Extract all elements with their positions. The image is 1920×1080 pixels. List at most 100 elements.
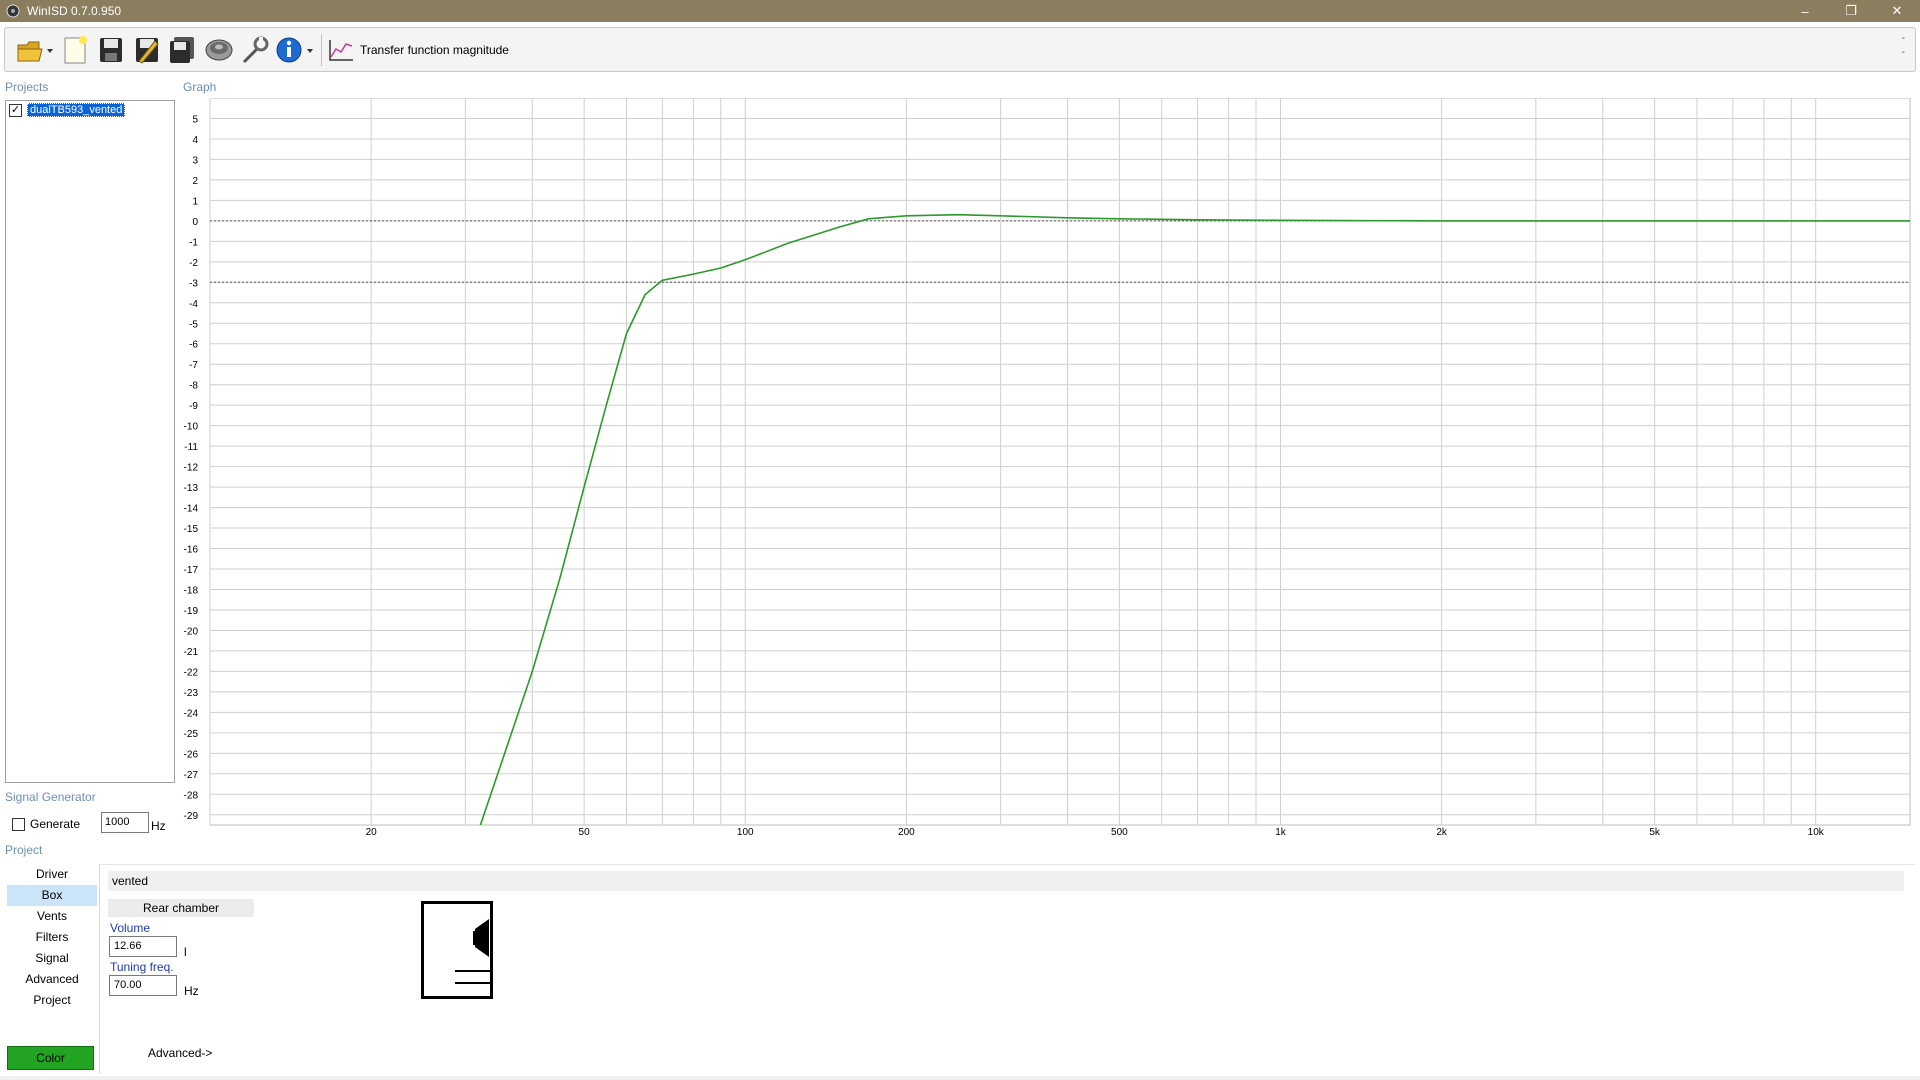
y-tick-label: -24	[184, 708, 199, 719]
y-tick-label: -22	[184, 667, 199, 678]
y-tick-label: -25	[184, 729, 199, 740]
generate-toggle[interactable]: Generate	[12, 817, 80, 831]
tuning-freq-input[interactable]: 70.00	[109, 975, 177, 996]
x-tick-label: 200	[898, 827, 915, 838]
graph-section-label: Graph	[183, 80, 217, 94]
open-folder-icon	[17, 41, 53, 61]
nav-item-signal[interactable]: Signal	[7, 948, 97, 969]
open-button[interactable]	[13, 32, 57, 68]
y-tick-label: -17	[184, 565, 199, 576]
save-as-button[interactable]	[129, 32, 165, 68]
volume-input[interactable]: 12.66	[109, 936, 177, 957]
collapse-top-button[interactable]: -	[1902, 32, 1905, 46]
y-tick-label: 5	[192, 114, 198, 125]
nav-item-filters[interactable]: Filters	[7, 927, 97, 948]
toolbar-separator	[321, 33, 322, 66]
nav-item-driver[interactable]: Driver	[7, 864, 97, 885]
y-tick-label: 1	[192, 196, 198, 207]
project-nav: Driver Box Vents Filters Signal Advanced…	[7, 864, 97, 1011]
new-document-icon	[64, 35, 87, 63]
y-tick-label: -2	[189, 258, 198, 269]
y-tick-label: -4	[189, 299, 198, 310]
checkmark-icon: ✓	[10, 103, 21, 116]
collapse-bottom-button[interactable]: -	[1902, 46, 1905, 60]
x-tick-label: 5k	[1649, 827, 1661, 838]
rear-chamber-tab[interactable]: Rear chamber	[108, 899, 254, 917]
volume-unit: l	[184, 945, 187, 959]
transfer-function-chart[interactable]: 5 4 3 2 1 0 -1 -2 -3 -4 -5 -6 -7 -8 -9 -10 -11 -12 -13 -14 -…	[180, 97, 1920, 840]
y-tick-label: -16	[184, 545, 199, 556]
y-tick-label: -12	[184, 463, 199, 474]
volume-label: Volume	[110, 921, 151, 935]
app-icon	[6, 4, 20, 18]
panel-collapse-buttons[interactable]: - -	[1902, 32, 1905, 60]
nav-item-box[interactable]: Box	[7, 885, 97, 906]
y-tick-label: -6	[189, 340, 198, 351]
save-button[interactable]	[93, 32, 129, 68]
y-tick-label: -9	[189, 401, 198, 412]
toolbar: Transfer function magnitude - -	[4, 27, 1916, 72]
info-icon	[276, 37, 313, 62]
minimize-button[interactable]: –	[1782, 0, 1828, 22]
close-button[interactable]: ✕	[1874, 0, 1920, 22]
save-all-button[interactable]	[165, 32, 201, 68]
nav-item-project[interactable]: Project	[7, 990, 97, 1011]
new-button[interactable]	[57, 32, 93, 68]
status-strip	[0, 1076, 1920, 1080]
y-tick-label: 2	[192, 176, 198, 187]
driver-button[interactable]	[201, 32, 237, 68]
project-checkbox[interactable]: ✓	[9, 103, 22, 117]
y-tick-label: 4	[192, 135, 198, 146]
x-tick-label: 2k	[1436, 827, 1448, 838]
window-title: WinISD 0.7.0.950	[27, 4, 122, 18]
y-tick-label: -18	[184, 585, 199, 596]
tuning-freq-label: Tuning freq.	[110, 960, 174, 974]
color-button[interactable]: Color	[7, 1046, 94, 1070]
save-as-icon	[136, 37, 159, 64]
generate-checkbox[interactable]	[12, 817, 25, 831]
nav-item-vents[interactable]: Vents	[7, 906, 97, 927]
frequency-unit: Hz	[151, 819, 166, 833]
x-tick-label: 100	[737, 827, 754, 838]
project-item[interactable]: ✓ dualTB593_vented	[9, 103, 126, 117]
project-name[interactable]: dualTB593_vented	[27, 103, 126, 117]
y-tick-label: -7	[189, 360, 198, 371]
projects-list[interactable]: ✓ dualTB593_vented	[5, 100, 175, 783]
title-bar: WinISD 0.7.0.950 – ❐ ✕	[0, 0, 1920, 22]
y-tick-label: -21	[184, 647, 199, 658]
y-tick-label: -29	[184, 811, 199, 822]
y-tick-label: -8	[189, 381, 198, 392]
graph-type-button[interactable]	[326, 32, 356, 68]
save-all-icon	[170, 36, 194, 63]
nav-item-advanced[interactable]: Advanced	[7, 969, 97, 990]
advanced-button[interactable]: Advanced->	[148, 1046, 212, 1060]
graph-icon	[329, 39, 353, 61]
maximize-button[interactable]: ❐	[1828, 0, 1874, 22]
frequency-input[interactable]: 1000	[101, 812, 149, 833]
y-tick-label: -11	[184, 442, 198, 453]
tuning-freq-unit: Hz	[184, 984, 199, 998]
x-tick-label: 20	[366, 827, 378, 838]
x-tick-label: 500	[1111, 827, 1128, 838]
box-panel: vented Rear chamber Volume 12.66 l Tunin…	[99, 864, 1915, 1074]
y-tick-label: -19	[184, 606, 199, 617]
driver-icon	[205, 39, 233, 60]
graph-type-label[interactable]: Transfer function magnitude	[360, 43, 509, 57]
y-tick-label: -26	[184, 749, 199, 760]
save-icon	[100, 37, 122, 62]
y-tick-label: -14	[184, 504, 199, 515]
tools-icon	[242, 36, 269, 63]
info-button[interactable]	[273, 32, 317, 68]
project-section-label: Project	[5, 843, 43, 857]
y-tick-label: -1	[189, 237, 198, 248]
box-type-select[interactable]: vented	[108, 871, 1904, 891]
x-tick-label: 1k	[1275, 827, 1287, 838]
y-tick-label: -10	[184, 422, 199, 433]
y-tick-label: -5	[189, 319, 198, 330]
graph-area[interactable]: 5 4 3 2 1 0 -1 -2 -3 -4 -5 -6 -7 -8 -9 -10 -11 -12 -13 -14 -…	[180, 97, 1920, 840]
tools-button[interactable]	[237, 32, 273, 68]
y-tick-label: -20	[184, 626, 199, 637]
y-tick-label: -15	[184, 524, 199, 535]
generate-label: Generate	[30, 817, 81, 831]
y-tick-label: 3	[192, 155, 198, 166]
